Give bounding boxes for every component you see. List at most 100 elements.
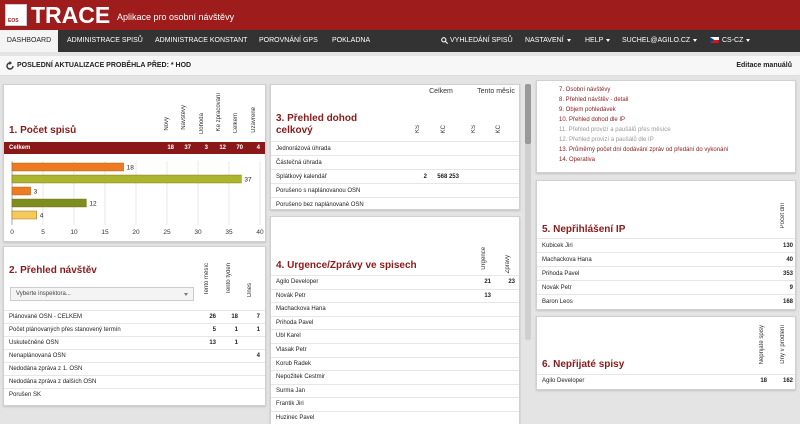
nav-admin-constants[interactable]: Administrace konstant: [155, 30, 247, 52]
x-tick-label: 20: [132, 229, 140, 236]
panel-title: 5. Nepřihlášení IP: [542, 224, 626, 235]
row-label: Ubl Karel: [276, 333, 301, 340]
column-header: Urgence: [481, 247, 487, 270]
row-value: 9: [789, 285, 793, 291]
bar-data-label: 37: [244, 177, 252, 184]
report-link[interactable]: 7. Osobní návštěvy: [559, 87, 610, 93]
nav-help-label: Help: [585, 37, 604, 44]
search-icon: [441, 36, 449, 44]
report-link[interactable]: 8. Přehled návštěv - detail: [559, 97, 628, 103]
row-label: Nepožitek Cestmir: [276, 374, 326, 381]
row-value: 130: [782, 243, 793, 249]
chevron-down-icon: [693, 38, 698, 42]
row-label: Korub Radek: [276, 360, 312, 367]
row-value: 168: [782, 299, 793, 305]
refresh-icon[interactable]: [5, 61, 15, 71]
app-brand: TRACE: [31, 2, 111, 28]
x-tick-label: 0: [10, 229, 14, 236]
table-row: Porušeno s naplánovanou OSN: [271, 183, 519, 197]
column-header: Celkem: [233, 113, 239, 134]
main-navbar: Dashboard Administrace spisů Administrac…: [0, 30, 800, 52]
row-label: Porušeno s naplánovanou OSN: [276, 188, 361, 194]
report-link[interactable]: 13. Průměrný počet dní dodávání zpráv od…: [559, 147, 728, 153]
nav-language-label: CS-CZ: [722, 37, 744, 44]
row-value: 162: [782, 378, 793, 384]
nav-cashdesk[interactable]: Pokladna: [332, 30, 370, 52]
total-value: 3: [204, 145, 208, 151]
nav-dashboard[interactable]: Dashboard: [0, 30, 58, 52]
column-header: Uzavřené: [251, 107, 257, 133]
table-row: Korub Radek: [271, 356, 519, 371]
table-row: Novák Petr 9: [537, 280, 795, 294]
edit-manuals-link[interactable]: Editace manuálů: [736, 56, 792, 76]
row-label: Machackova Hana: [276, 306, 326, 313]
row-label: Porušeno bez naplánované OSN: [276, 202, 364, 208]
nav-user-menu[interactable]: suchel@agilo.cz: [622, 30, 698, 52]
table-row: Porušeno bez naplánované OSN: [271, 197, 519, 209]
chevron-down-icon: [746, 38, 751, 42]
table-row: Splátkový kalendář 2 568 253: [271, 169, 519, 183]
last-update-text: Poslední aktualizace proběhla před: * ho…: [17, 62, 192, 69]
table-row: Nedodána zpráva z 1. OSN: [4, 362, 265, 375]
total-value: 70: [236, 145, 243, 151]
table-row: Baron Leos 168: [537, 294, 795, 308]
table-row: Uskutečněné OSN 13 1: [4, 336, 265, 349]
table-row: Ubl Karel: [271, 329, 519, 343]
column-header: KČ: [441, 125, 447, 134]
row-value: 2: [423, 174, 427, 180]
row-label: Vlasak Petr: [276, 347, 307, 353]
row-label: Novák Petr: [276, 292, 306, 299]
row-value: 21: [484, 279, 491, 285]
table-row: Vlasak Petr: [271, 343, 519, 357]
total-value: 12: [219, 145, 226, 151]
column-header: Návštěvy: [181, 105, 187, 130]
report-link[interactable]: 10. Přehled dohod dle IP: [559, 117, 625, 123]
bar-data-label: 18: [127, 165, 135, 172]
row-value: 353: [782, 271, 793, 277]
column-header: Nepřijaté spisy: [759, 325, 765, 365]
nav-search[interactable]: Vyhledání spisů: [441, 30, 513, 52]
total-value: 18: [167, 145, 174, 151]
table-row: Jednorázová úhrada: [271, 141, 519, 155]
row-label: Surma Jan: [276, 387, 306, 394]
table-row: Nedodána zpráva z dalších OSN: [4, 375, 265, 388]
app-header: EOS TRACE Aplikace pro osobní návštěvy: [0, 0, 800, 30]
total-row: Celkem 18 37 3 12 70 4: [4, 142, 265, 154]
scrollbar[interactable]: [525, 84, 531, 340]
table-row: Částečná úhrada: [271, 155, 519, 169]
table-row: Nepožitek Cestmir: [271, 370, 519, 384]
nav-settings[interactable]: Nastavení: [525, 30, 571, 52]
nav-settings-label: Nastavení: [525, 37, 564, 44]
nav-admin-files[interactable]: Administrace spisů: [67, 30, 143, 52]
column-header: Tento týden: [226, 263, 232, 295]
nav-gps-compare[interactable]: Porovnání GPS: [259, 30, 318, 52]
czech-flag-icon: [710, 37, 719, 44]
nav-help[interactable]: Help: [585, 30, 611, 52]
row-value: 23: [508, 279, 515, 285]
row-label: Porušen SK: [9, 392, 42, 398]
panel-unaccepted: 6. Nepřijaté spisy Nepřijaté spisy Dny v…: [536, 316, 796, 390]
file-count-bar-chart: 0 5 10 15 20 25 30 35 40 18 37 3 12 4: [10, 161, 264, 236]
row-label: Baron Leos: [542, 299, 573, 305]
nav-language[interactable]: CS-CZ: [710, 30, 751, 52]
report-link[interactable]: 11. Přehled provizí a paušálů přes měsíc…: [559, 127, 671, 133]
table-row: Plánované OSN - CELKEM 26 18 7: [4, 310, 265, 323]
report-link[interactable]: 14. Operativa: [559, 157, 595, 163]
scrollbar-thumb[interactable]: [525, 84, 531, 144]
panel-title: 4. Urgence/Zprávy ve spisech: [276, 260, 417, 271]
column-header: KS: [415, 125, 421, 134]
table-row: Nenaplánovaná OSN 4: [4, 349, 265, 362]
x-tick-label: 30: [194, 229, 202, 236]
column-header: Dohoda: [199, 113, 205, 135]
inspector-select[interactable]: Vyberte inspektora...: [10, 287, 194, 301]
logo[interactable]: EOS: [5, 4, 27, 26]
panel-title-line: 3. Přehled dohod: [276, 113, 358, 124]
logo-text: EOS: [8, 18, 19, 24]
table-row: Surma Jan: [271, 383, 519, 398]
bar: [11, 198, 87, 208]
report-link[interactable]: 12. Přehled provizí a paušálů dle IP: [559, 137, 654, 143]
table-row: Frantik Jiri: [271, 397, 519, 411]
row-label: Agilo Developer: [276, 279, 319, 285]
report-link[interactable]: 9. Objem pohledávek: [559, 107, 616, 113]
row-value: 568 253: [437, 174, 459, 180]
